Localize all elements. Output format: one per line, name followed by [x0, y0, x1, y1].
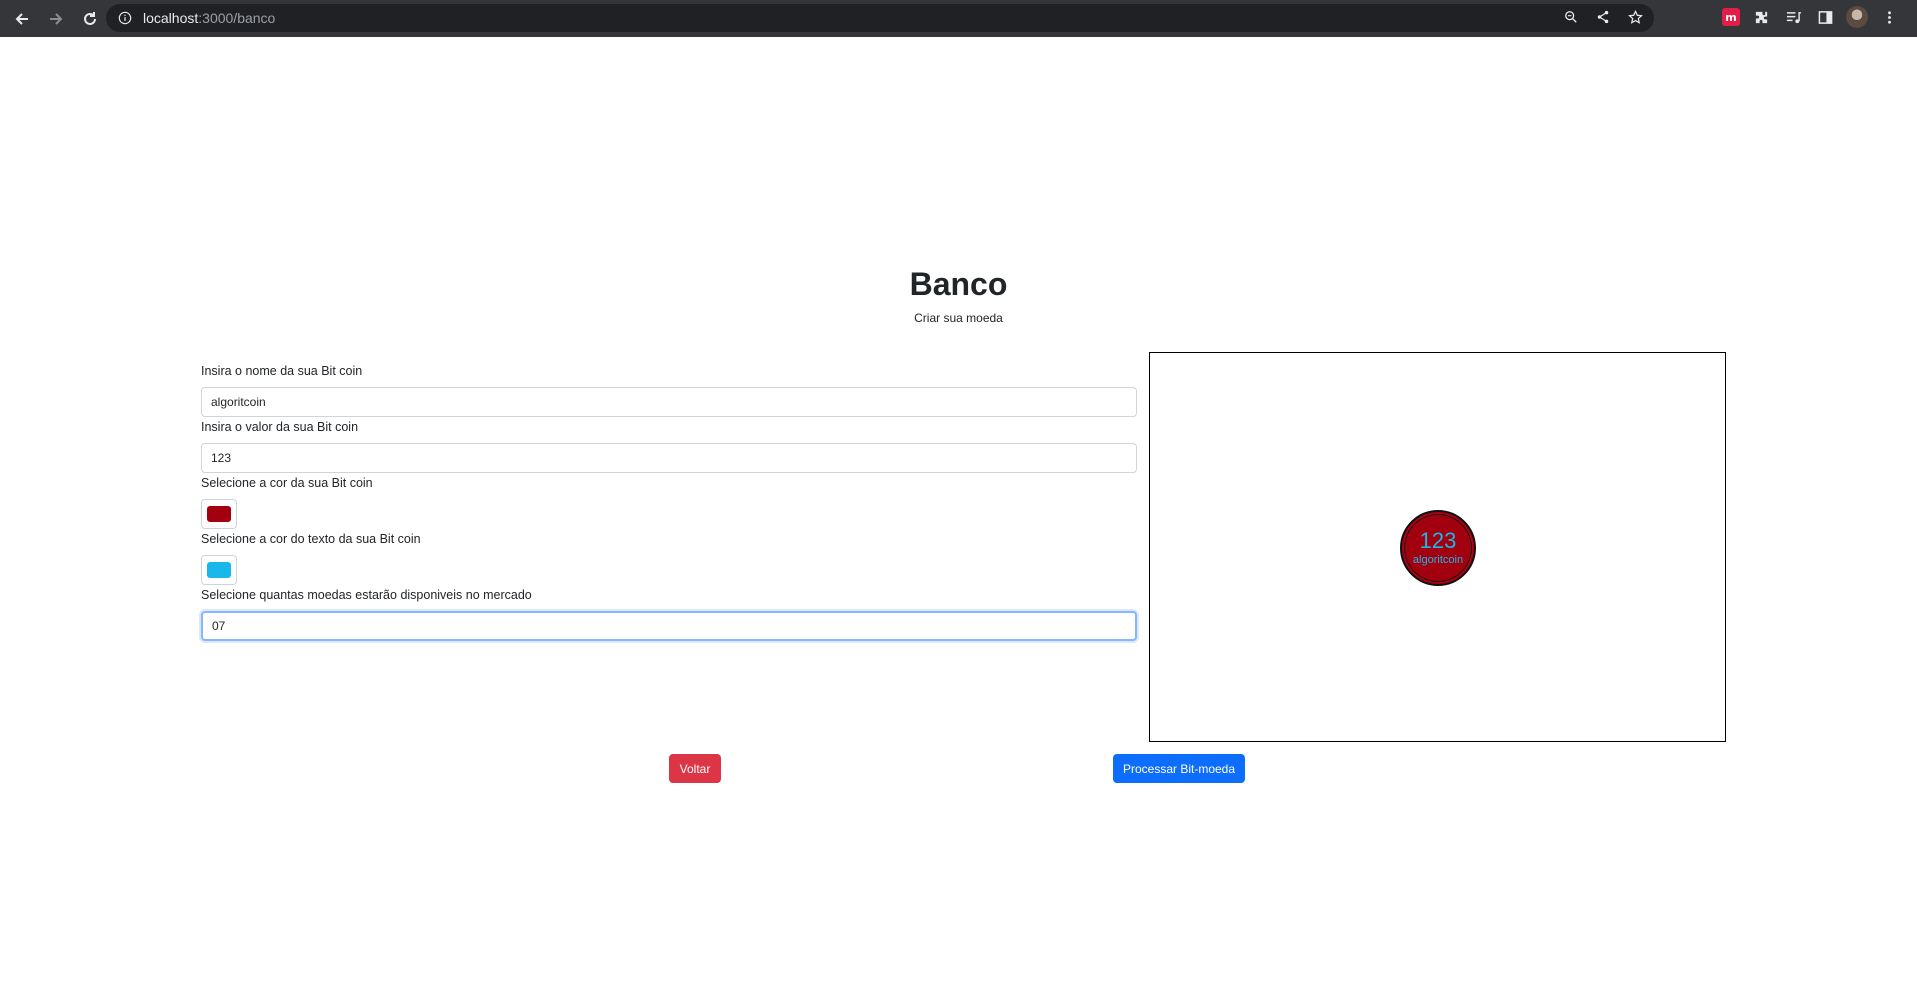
coin-preview-name: algoritcoin [1412, 553, 1464, 566]
menu-kebab-icon[interactable] [1878, 6, 1900, 28]
color-label: Selecione a cor da sua Bit coin [201, 476, 373, 490]
coin-quantity-input[interactable] [201, 611, 1137, 641]
coin-form: Insira o nome da sua Bit coin Insira o v… [201, 362, 1137, 641]
profile-avatar[interactable] [1846, 6, 1868, 28]
puzzle-icon[interactable] [1750, 6, 1772, 28]
coin-preview-value: 123 [1419, 527, 1457, 553]
side-panel-icon[interactable] [1814, 6, 1836, 28]
zoom-icon[interactable] [1562, 8, 1580, 26]
page-title: Banco [909, 266, 1008, 302]
text-color-swatch [207, 562, 231, 578]
forward-arrow-icon[interactable] [40, 3, 72, 35]
name-label: Insira o nome da sua Bit coin [201, 364, 363, 378]
url-text[interactable]: localhost:3000/banco [143, 10, 275, 26]
text-color-picker[interactable] [201, 555, 237, 585]
coin-color-swatch [207, 506, 231, 522]
browser-toolbar: localhost:3000/banco m [0, 0, 1917, 37]
coin-color-picker[interactable] [201, 499, 237, 529]
coin-value-input[interactable] [201, 443, 1137, 473]
coin-name-input[interactable] [201, 387, 1137, 417]
value-label: Insira o valor da sua Bit coin [201, 420, 359, 434]
coin-preview: 123 algoritcoin [1400, 510, 1476, 586]
info-icon[interactable] [116, 9, 134, 27]
back-arrow-icon[interactable] [6, 3, 38, 35]
back-button[interactable]: Voltar [669, 754, 721, 783]
share-icon[interactable] [1594, 8, 1612, 26]
extension-red-icon[interactable]: m [1722, 8, 1740, 26]
process-coin-button[interactable]: Processar Bit-moeda [1113, 754, 1245, 783]
text-color-label: Selecione a cor do texto da sua Bit coin [201, 532, 421, 546]
coin-preview-canvas: 123 algoritcoin [1149, 352, 1726, 742]
star-icon[interactable] [1626, 8, 1644, 26]
reload-icon[interactable] [74, 3, 106, 35]
media-icon[interactable] [1782, 6, 1804, 28]
quantity-label: Selecione quantas moedas estarão disponi… [201, 588, 532, 602]
url-host: localhost [143, 10, 199, 26]
page-subtitle: Criar sua moeda [914, 311, 1003, 325]
address-bar[interactable]: localhost:3000/banco [106, 4, 1654, 32]
url-path: :3000/banco [198, 10, 276, 26]
